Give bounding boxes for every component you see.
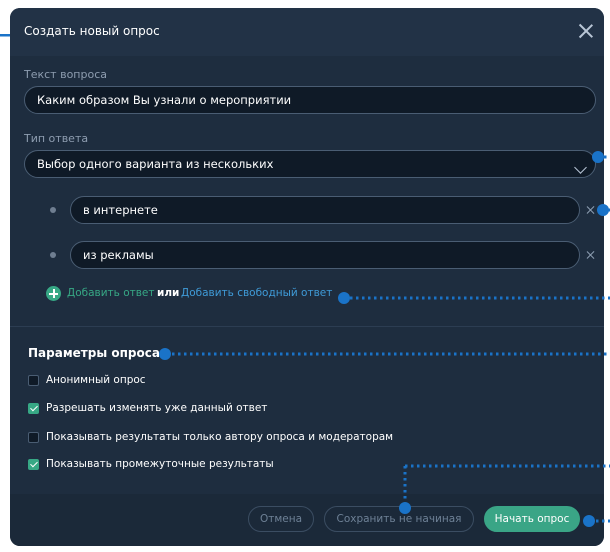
or-separator: или [157, 287, 180, 299]
show-intermediate-results-checkbox[interactable] [28, 459, 39, 470]
annotation-tick-mark [0, 34, 10, 37]
remove-answer-icon[interactable] [586, 205, 596, 215]
allow-change-answer-label: Разрешать изменять уже данный ответ [46, 402, 268, 414]
create-poll-dialog: Создать новый опрос Текст вопроса Каким … [10, 8, 604, 546]
results-author-only-label: Показывать результаты только автору опро… [46, 431, 394, 443]
remove-answer-icon[interactable] [586, 250, 596, 260]
answer-bullet-icon [50, 207, 56, 213]
add-answer-plus-icon[interactable] [46, 286, 61, 301]
screen: Создать новый опрос Текст вопроса Каким … [0, 0, 610, 552]
add-free-answer-link[interactable]: Добавить свободный ответ [181, 287, 332, 299]
answer-bullet-icon [50, 252, 56, 258]
show-intermediate-results-label: Показывать промежуточные результаты [46, 458, 274, 470]
add-answer-link[interactable]: Добавить ответ [67, 287, 155, 299]
anonymous-checkbox[interactable] [28, 375, 39, 386]
answer-type-label: Тип ответа [24, 132, 89, 145]
results-author-only-checkbox[interactable] [28, 432, 39, 443]
answer-type-select[interactable]: Выбор одного варианта из нескольких [24, 150, 596, 178]
question-label: Текст вопроса [24, 68, 107, 81]
answer-input-1[interactable]: в интернете [70, 196, 580, 224]
start-poll-button[interactable]: Начать опрос [484, 506, 580, 532]
poll-settings-title: Параметры опроса [28, 346, 160, 360]
answer-input-2[interactable]: из рекламы [70, 241, 580, 269]
save-draft-button[interactable]: Сохранить не начиная [324, 506, 474, 532]
section-divider [10, 326, 604, 327]
cancel-button[interactable]: Отмена [248, 506, 314, 532]
anonymous-label: Анонимный опрос [46, 374, 146, 386]
question-input[interactable]: Каким образом Вы узнали о мероприятии [24, 86, 596, 114]
dialog-footer: Отмена Сохранить не начиная Начать опрос [10, 494, 604, 546]
allow-change-answer-checkbox[interactable] [28, 403, 39, 414]
dialog-title: Создать новый опрос [24, 24, 160, 38]
close-icon[interactable] [576, 21, 596, 41]
dialog-header: Создать новый опрос [10, 8, 604, 56]
